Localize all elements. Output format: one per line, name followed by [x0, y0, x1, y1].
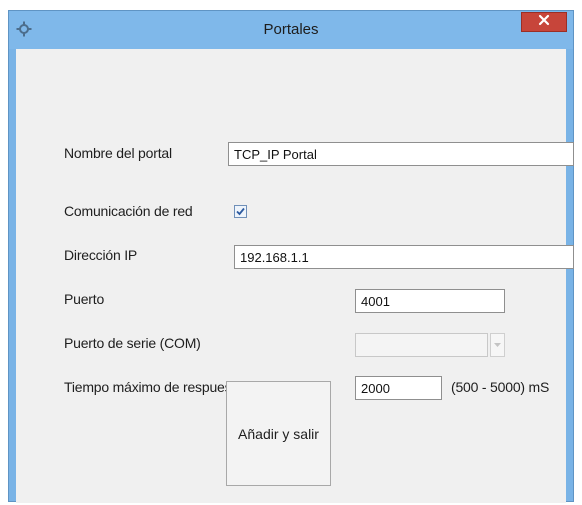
- serial-port-label: Puerto de serie (COM): [64, 335, 201, 351]
- serial-port-select[interactable]: [355, 333, 488, 357]
- max-response-input[interactable]: [355, 376, 442, 400]
- max-response-label: Tiempo máximo de respuesta: [64, 379, 243, 395]
- checkmark-icon: [236, 207, 245, 216]
- max-response-range: (500 - 5000) mS: [451, 379, 550, 395]
- portal-name-label: Nombre del portal: [64, 145, 172, 161]
- portal-name-input[interactable]: [228, 142, 574, 166]
- serial-port-dropdown-button[interactable]: [490, 333, 505, 357]
- close-button[interactable]: [521, 12, 567, 32]
- close-icon: [538, 13, 550, 31]
- port-input[interactable]: [355, 289, 505, 313]
- window-title: Portales: [263, 21, 319, 38]
- network-comm-label: Comunicación de red: [64, 203, 193, 219]
- ip-address-label: Dirección IP: [64, 247, 138, 263]
- network-comm-checkbox[interactable]: [234, 205, 247, 218]
- port-label: Puerto: [64, 291, 105, 307]
- ip-address-input[interactable]: [234, 245, 574, 269]
- title-bar[interactable]: Portales: [9, 11, 573, 49]
- add-and-exit-button[interactable]: Añadir y salir: [226, 381, 331, 486]
- chevron-down-icon: [494, 343, 501, 347]
